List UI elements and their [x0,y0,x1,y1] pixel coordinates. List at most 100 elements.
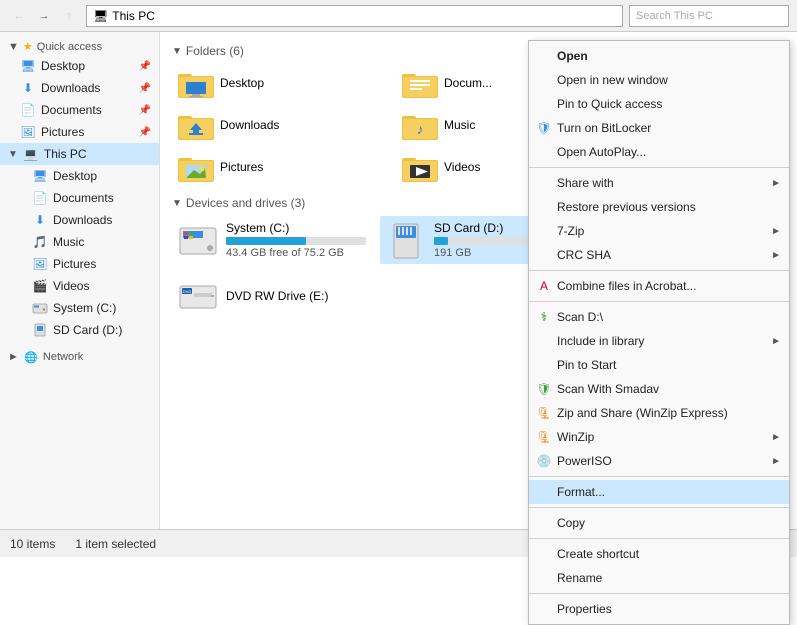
ctx-open[interactable]: Open [529,44,789,68]
ctx-separator-7 [529,593,789,594]
ctx-open-label: Open [557,49,588,63]
sidebar-item-desktop-pc[interactable]: 🖥 Desktop [0,165,159,187]
sidebar-item-documents-pc[interactable]: 📄 Documents [0,187,159,209]
ctx-bitlocker[interactable]: 🛡 Turn on BitLocker [529,116,789,140]
chevron-right-icon: ► [8,351,19,363]
sidebar-item-label: Music [53,235,84,249]
ctx-share-with-label: Share with [557,176,614,190]
drive-systemc-name: System (C:) [226,221,366,235]
ctx-include-library-label: Include in library [557,334,644,348]
sidebar-item-label: Documents [53,191,114,205]
sidebar-section-network-label: Network [43,351,83,363]
ctx-open-new-window[interactable]: Open in new window [529,68,789,92]
devices-chevron-icon: ▼ [172,198,182,209]
sidebar-item-pictures-pc[interactable]: 🖼 Pictures [0,253,159,275]
computer-icon: 💻 [23,146,39,162]
sidebar-section-quick-access[interactable]: ▼ ★ Quick access [0,36,159,55]
smadav-icon: ⚕ [535,308,553,326]
ctx-share-with[interactable]: Share with ► [529,171,789,195]
ctx-crc-sha[interactable]: CRC SHA ► [529,243,789,267]
chevron-down-icon2: ▼ [8,149,18,160]
sidebar-item-pictures-qa[interactable]: 🖼 Pictures 📌 [0,121,159,143]
back-button[interactable]: ← [8,5,30,27]
ctx-restore-versions-label: Restore previous versions [557,200,696,214]
ctx-poweriso[interactable]: 💿 PowerISO ► [529,449,789,473]
ctx-include-library[interactable]: Include in library ► [529,329,789,353]
ctx-arrow-icon: ► [771,178,781,189]
svg-text:♪: ♪ [417,121,424,137]
sidebar-item-label: Documents [41,103,102,117]
dvd-drive-icon: DVD [178,276,218,316]
ctx-rename-label: Rename [557,571,602,585]
sdcard-icon [32,322,48,338]
sidebar-item-sdd[interactable]: SD Card (D:) [0,319,159,341]
ctx-pin-start[interactable]: Pin to Start [529,353,789,377]
ctx-open-new-window-label: Open in new window [557,73,668,87]
ctx-zip-share[interactable]: 🗜 Zip and Share (WinZip Express) [529,401,789,425]
ctx-restore-versions[interactable]: Restore previous versions [529,195,789,219]
folder-item-desktop[interactable]: Desktop [172,64,392,102]
windows-drive-icon [178,220,218,260]
ctx-rename[interactable]: Rename [529,566,789,590]
acrobat-icon: A [535,277,553,295]
sidebar-item-label: This PC [44,147,87,161]
ctx-pin-quick-access[interactable]: Pin to Quick access [529,92,789,116]
folders-header-text: Folders (6) [186,44,244,58]
sidebar-item-label: Pictures [41,125,84,139]
sidebar-item-network[interactable]: ► 🌐 Network [0,345,159,367]
selection-status: 1 item selected [75,537,156,551]
folder-item-downloads[interactable]: Downloads [172,106,392,144]
search-placeholder: Search This PC [636,10,713,22]
ctx-winzip[interactable]: 🗜 WinZip ► [529,425,789,449]
ctx-scan-smadav[interactable]: ⚕ Scan D:\ [529,305,789,329]
ctx-autoplay-label: Open AutoPlay... [557,145,646,159]
sidebar-section-label-text: Quick access [37,41,102,53]
ctx-7zip-arrow-icon: ► [771,226,781,237]
ctx-properties[interactable]: Properties [529,597,789,621]
pictures2-icon: 🖼 [32,256,48,272]
sidebar-item-desktop-qa[interactable]: 🖥 Desktop 📌 [0,55,159,77]
ctx-scan-with-smadav[interactable]: 🛡 Scan With Smadav [529,377,789,401]
star-icon: ★ [23,40,33,53]
ctx-7zip[interactable]: 7-Zip ► [529,219,789,243]
sidebar-item-music-pc[interactable]: 🎵 Music [0,231,159,253]
ctx-format[interactable]: Format... [529,480,789,504]
ctx-winzip-arrow-icon: ► [771,432,781,443]
drive-icon [32,300,48,316]
ctx-copy-label: Copy [557,516,585,530]
folder-downloads-icon [178,110,214,140]
sdcard-drive-icon [386,220,426,260]
address-bar[interactable]: 🖥 This PC [86,5,623,27]
sidebar-item-this-pc[interactable]: ▼ 💻 This PC [0,143,159,165]
search-bar[interactable]: Search This PC [629,5,789,27]
drive-item-dvd[interactable]: DVD DVD RW Drive (E:) [172,272,372,320]
sidebar-item-documents-qa[interactable]: 📄 Documents 📌 [0,99,159,121]
drive-systemc-fill [226,237,306,245]
sidebar-item-systemc[interactable]: System (C:) [0,297,159,319]
ctx-pin-start-label: Pin to Start [557,358,616,372]
svg-text:DVD: DVD [183,289,192,294]
ctx-autoplay[interactable]: Open AutoPlay... [529,140,789,164]
ctx-properties-label: Properties [557,602,612,616]
drive-item-systemc[interactable]: System (C:) 43.4 GB free of 75.2 GB [172,216,372,264]
forward-button[interactable]: → [33,5,55,27]
folder-name: Music [444,118,475,132]
up-button[interactable]: ↑ [58,5,80,27]
folder-item-pictures[interactable]: Pictures [172,148,392,186]
drive-systemc-info: System (C:) 43.4 GB free of 75.2 GB [226,221,366,259]
sidebar-item-videos-pc[interactable]: 🎬 Videos [0,275,159,297]
ctx-combine-acrobat-label: Combine files in Acrobat... [557,279,696,293]
videos-icon: 🎬 [32,278,48,294]
sidebar-item-label: Pictures [53,257,96,271]
ctx-separator-6 [529,538,789,539]
winzip2-icon: 🗜 [535,428,553,446]
ctx-create-shortcut[interactable]: Create shortcut [529,542,789,566]
sidebar-item-downloads-pc[interactable]: ⬇ Downloads [0,209,159,231]
desktop2-icon: 🖥 [32,168,48,184]
folder-desktop-icon [178,68,214,98]
ctx-copy[interactable]: Copy [529,511,789,535]
ctx-combine-acrobat[interactable]: A Combine files in Acrobat... [529,274,789,298]
sidebar-item-label: Downloads [41,81,100,95]
sidebar-item-downloads-qa[interactable]: ⬇ Downloads 📌 [0,77,159,99]
drive-sdd-fill [434,237,448,245]
